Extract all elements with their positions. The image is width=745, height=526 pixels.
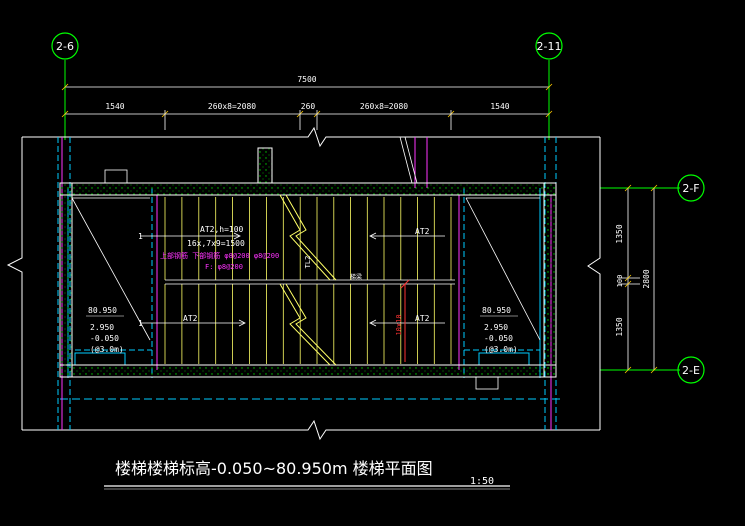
steps-lower-flight — [164, 284, 452, 364]
flight-label-lower-left: AT2 — [183, 314, 198, 323]
grid-bubble-right: 2-11 — [535, 32, 563, 60]
dim-seg-2: 260x8=2080 — [208, 102, 256, 111]
flight-label-upper-right: AT2 — [415, 227, 430, 236]
grid-bubble-left: 2-6 — [51, 32, 79, 60]
grid-label-bottom: 2-E — [682, 364, 700, 377]
dim-right-total: 2800 — [642, 269, 651, 288]
drawing-title: 楼梯楼梯标高-0.050~80.950m 楼梯平面图 1:50 — [104, 459, 510, 490]
title-text: 楼梯楼梯标高-0.050~80.950m 楼梯平面图 — [115, 459, 433, 478]
landing-right-elev-2: 2.950 — [484, 323, 508, 332]
cyan-lines — [57, 137, 560, 430]
arrow-marker-upper: 1 — [138, 232, 143, 241]
dim-seg-1: 1540 — [105, 102, 124, 111]
grid-bubble-bottom: 2-E — [677, 356, 705, 384]
at2-header: AT2,h=100 — [200, 225, 244, 234]
landing-left-elev-3: -0.050 — [90, 334, 119, 343]
outer-frame — [6, 126, 601, 441]
mid-divider — [165, 279, 455, 285]
arrow-marker-lower: 1 — [138, 319, 143, 328]
magenta-lines — [61, 137, 552, 430]
landing-right-elev-1: 80.950 — [482, 306, 511, 315]
grid-label-right: 2-11 — [537, 40, 562, 53]
landing-right-elev-3: -0.050 — [484, 334, 513, 343]
dim-right-1: 1350 — [615, 224, 624, 243]
flight-label-lower-right: AT2 — [415, 314, 430, 323]
landing-right — [465, 197, 541, 341]
rebar-note-2: F: φ8@200 — [205, 263, 243, 271]
landing-left-elev-1: 80.950 — [88, 306, 117, 315]
at2-spec: 16x,7x9=1500 — [187, 239, 245, 248]
mid-beam-label: 梯梁 — [350, 273, 362, 281]
grid-label-left: 2-6 — [56, 40, 74, 53]
dim-right-2: 100 — [616, 275, 624, 288]
flight-arrows — [140, 232, 445, 327]
dim-right-3: 1350 — [615, 317, 624, 336]
dim-overall: 7500 — [297, 75, 316, 84]
landing-left-elev-2: 2.950 — [90, 323, 114, 332]
grid-bubble-top: 2-F — [677, 174, 705, 202]
dim-seg-5: 1540 — [490, 102, 509, 111]
grid-label-top: 2-F — [682, 182, 699, 195]
landing-left-note: (@3.0m) — [90, 345, 124, 354]
landing-right-note: (@3.0m) — [484, 345, 518, 354]
tl-label: TL2 — [304, 256, 312, 269]
dim-seg-4: 260x8=2080 — [360, 102, 408, 111]
red-dim-text: 10x10 — [395, 314, 403, 335]
staircase-plan-drawing: 2-6 2-11 2-F 2-E 7500 1540 260x8=2080 26… — [6, 32, 705, 490]
scale-text: 1:50 — [470, 476, 494, 487]
rebar-note-1: 上部钢筋 下部钢筋 φ8@200 φ8@200 — [160, 251, 279, 260]
dim-seg-3: 260 — [301, 102, 316, 111]
